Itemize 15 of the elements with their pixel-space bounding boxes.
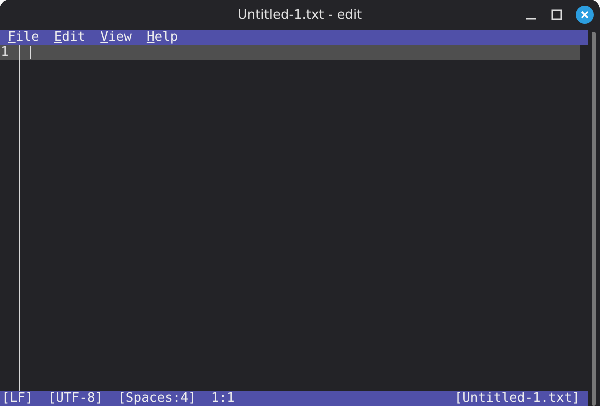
menu-item[interactable]: View	[100, 30, 132, 45]
status-item: [LF]	[2, 391, 34, 406]
status-item: [Spaces:4]	[118, 391, 196, 406]
text-cursor	[30, 46, 31, 59]
line-number: 1	[0, 45, 19, 60]
menu-item[interactable]: Edit	[54, 30, 86, 45]
scrollbar[interactable]	[592, 32, 596, 406]
close-icon[interactable]	[576, 6, 594, 24]
menu-item[interactable]: File	[8, 30, 40, 45]
window-title: Untitled-1.txt - edit	[238, 8, 362, 22]
maximize-icon[interactable]	[550, 8, 564, 22]
menu-item[interactable]: Help	[146, 30, 178, 45]
status-item: 1:1	[211, 391, 235, 406]
file-name-status: [Untitled-1.txt]	[454, 391, 580, 406]
status-item: [UTF-8]	[48, 391, 104, 406]
